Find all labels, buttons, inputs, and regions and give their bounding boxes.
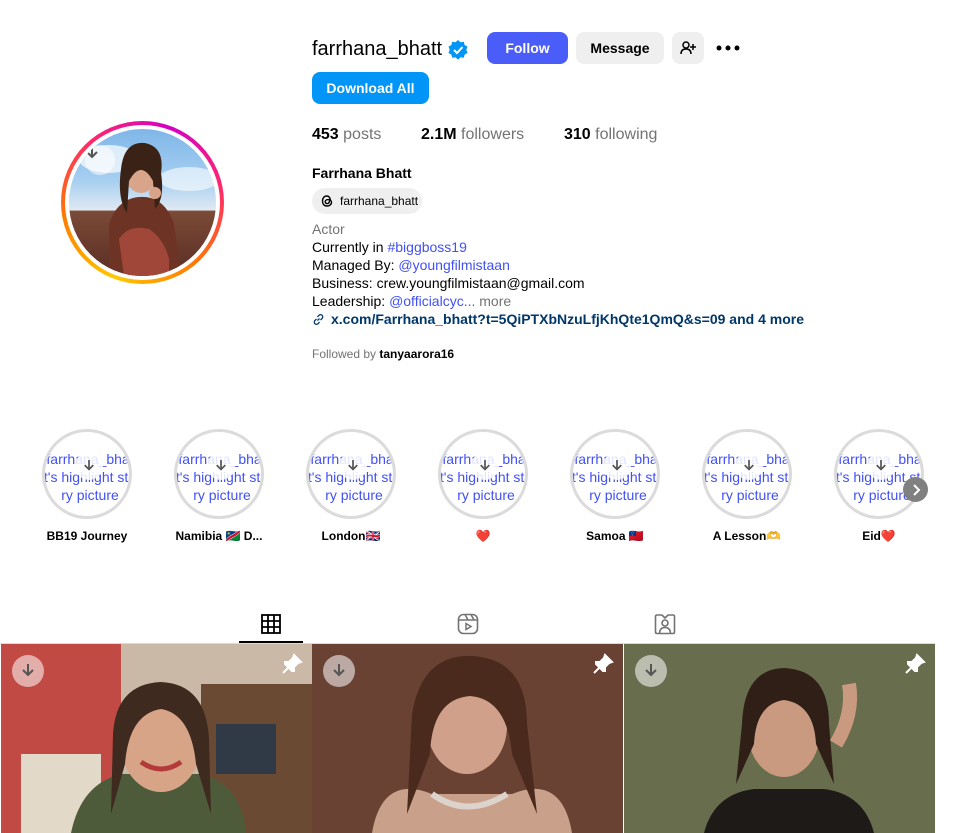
following-stat[interactable]: 310 following (564, 126, 657, 144)
highlight-label: A Lesson🫶 (712, 529, 782, 543)
avatar-ring-gap (65, 125, 220, 280)
grid-icon (261, 614, 281, 634)
followers-stat[interactable]: 2.1M followers (421, 126, 524, 144)
highlight-download-icon[interactable] (339, 452, 367, 480)
highlight-cover: farrhana_bhatt's highlight story picture (570, 429, 660, 519)
highlight-label: ❤️ (475, 529, 491, 543)
bio-line-1-text: Currently in (312, 239, 388, 255)
mention-link-manager[interactable]: @youngfilmistaan (398, 257, 510, 273)
profile-username: farrhana_bhatt (312, 38, 443, 60)
bio-line-4: Leadership: @officialcyc... more (312, 293, 511, 309)
highlight-download-icon[interactable] (867, 452, 895, 480)
bio-line-1: Currently in #biggboss19 (312, 239, 467, 255)
pinned-icon (593, 653, 614, 674)
reels-icon (457, 613, 479, 635)
suggested-users-button[interactable] (672, 32, 704, 64)
profile-full-name: Farrhana Bhatt (312, 165, 412, 181)
profile-avatar[interactable] (61, 121, 224, 284)
more-options-button[interactable] (712, 32, 744, 64)
tab-posts[interactable] (235, 605, 307, 643)
followers-label: followers (461, 126, 525, 143)
bio-more-link[interactable]: more (475, 293, 511, 309)
post-thumbnail-1[interactable] (1, 644, 312, 833)
highlight-label: London🇬🇧 (321, 529, 381, 543)
highlight-cover: farrhana_bhatt's highlight story picture (174, 429, 264, 519)
mention-link-leadership[interactable]: @officialcyc... (389, 293, 475, 309)
highlight-label: Samoa 🇼🇸 (586, 529, 644, 543)
external-link[interactable]: x.com/Farrhana_bhatt?t=5QiPTXbNzuLfjKhQt… (312, 311, 804, 327)
bio-line-4-text: Leadership: (312, 293, 390, 309)
highlight-label: Eid❤️ (862, 529, 896, 543)
follow-button[interactable]: Follow (487, 32, 568, 64)
post-thumbnail-3[interactable] (624, 644, 935, 833)
more-dots-icon (716, 45, 740, 51)
highlight-download-icon[interactable] (207, 452, 235, 480)
threads-handle: farrhana_bhatt (340, 194, 419, 208)
highlight-download-icon[interactable] (75, 452, 103, 480)
highlight-cover: farrhana_bhatt's highlight story picture (438, 429, 528, 519)
highlight-label: Namibia 🇳🇦 D... (175, 529, 263, 543)
followed-by-user: tanyaarora16 (379, 347, 455, 361)
posts-stat: 453 posts (312, 126, 381, 144)
pinned-icon (282, 653, 303, 674)
link-icon (313, 313, 324, 325)
bio-line-3: Business: crew.youngfilmistaan@gmail.com (312, 275, 585, 291)
post-thumbnail-2[interactable] (312, 644, 623, 833)
active-tab-indicator (239, 641, 303, 643)
threads-badge[interactable]: farrhana_bhatt (312, 188, 422, 214)
highlights-next-button[interactable] (903, 477, 928, 502)
following-count: 310 (564, 126, 591, 143)
post-download-icon[interactable] (12, 655, 44, 687)
external-link-text: x.com/Farrhana_bhatt?t=5QiPTXbNzuLfjKhQt… (331, 311, 804, 327)
avatar-download-icon[interactable] (85, 145, 115, 175)
message-button[interactable]: Message (576, 32, 664, 64)
highlight-cover: farrhana_bhatt's highlight story picture (834, 429, 924, 519)
followers-count: 2.1M (421, 126, 457, 143)
following-label: following (595, 126, 658, 143)
post-download-icon[interactable] (323, 655, 355, 687)
tagged-icon (654, 614, 676, 635)
highlight-label: BB19 Journey (46, 529, 128, 543)
posts-count: 453 (312, 126, 339, 143)
hashtag-link[interactable]: #biggboss19 (387, 239, 466, 255)
chevron-right-icon (912, 483, 920, 496)
highlight-download-icon[interactable] (471, 452, 499, 480)
add-user-icon (680, 41, 696, 55)
pinned-icon (905, 653, 926, 674)
bio-line-2-text: Managed By: (312, 257, 399, 273)
highlight-cover: farrhana_bhatt's highlight story picture (42, 429, 132, 519)
post-download-icon[interactable] (635, 655, 667, 687)
avatar-photo (69, 129, 216, 276)
followed-by[interactable]: Followed by tanyaarora16 (312, 347, 454, 361)
verified-badge-icon (448, 40, 468, 60)
tab-reels[interactable] (432, 605, 504, 643)
highlight-cover: farrhana_bhatt's highlight story picture (306, 429, 396, 519)
highlight-cover: farrhana_bhatt's highlight story picture (702, 429, 792, 519)
tab-tagged[interactable] (629, 605, 701, 643)
threads-icon (321, 195, 333, 207)
posts-label: posts (343, 126, 382, 143)
profile-category: Actor (312, 221, 345, 237)
highlight-download-icon[interactable] (735, 452, 763, 480)
download-all-button[interactable]: Download All (312, 72, 429, 104)
highlight-download-icon[interactable] (603, 452, 631, 480)
bio-line-2: Managed By: @youngfilmistaan (312, 257, 510, 273)
followed-by-prefix: Followed by (312, 347, 380, 361)
